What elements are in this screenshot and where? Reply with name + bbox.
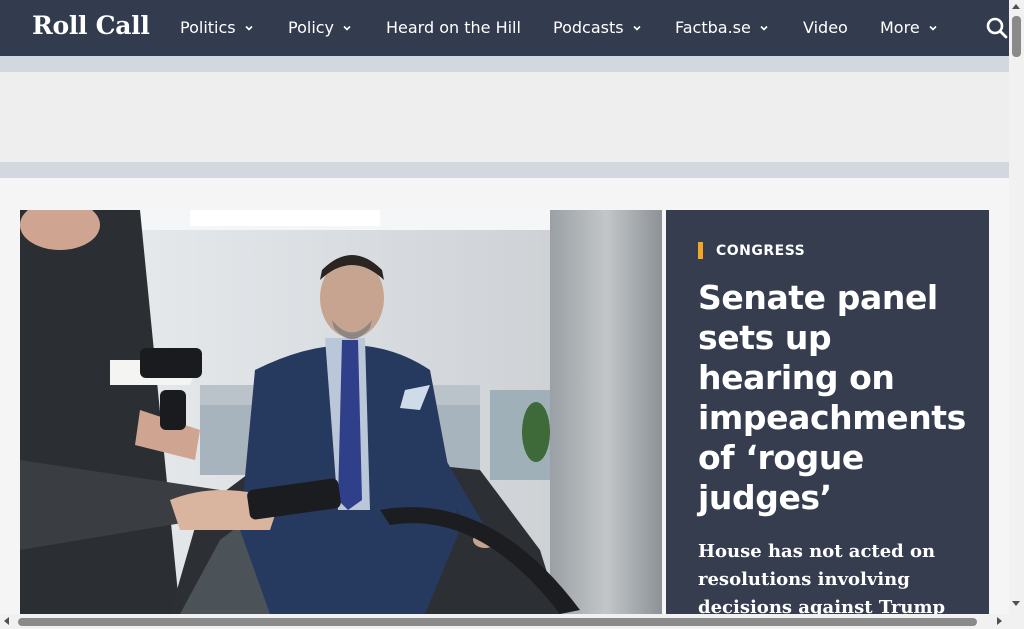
vertical-scrollbar[interactable] [1009, 0, 1024, 614]
kicker-label: CONGRESS [716, 242, 806, 259]
chevron-down-icon [245, 25, 253, 31]
nav-label-podcasts: Podcasts [553, 18, 624, 37]
nav-label-politics: Politics [180, 18, 236, 37]
nav-label-factbase: Factba.se [675, 18, 751, 37]
page-viewport: Roll Call Politics Policy Heard on the H… [0, 0, 1009, 614]
nav-item-video[interactable]: Video [803, 18, 848, 37]
chevron-down-icon [633, 25, 641, 31]
horizontal-scroll-thumb[interactable] [18, 618, 977, 626]
chevron-down-icon [343, 25, 351, 31]
horizontal-scrollbar[interactable] [0, 614, 1009, 629]
nav-item-podcasts[interactable]: Podcasts [553, 18, 642, 37]
nav-item-policy[interactable]: Policy [288, 18, 352, 37]
scroll-left-arrow-icon[interactable] [4, 617, 9, 625]
nav-item-more[interactable]: More [880, 18, 938, 37]
hero-dek: House has not acted on resolutions invol… [698, 541, 946, 614]
chevron-down-icon [929, 25, 937, 31]
nav-label-policy: Policy [288, 18, 335, 37]
ad-slot [0, 72, 1009, 162]
site-header: Roll Call Politics Policy Heard on the H… [0, 0, 1009, 56]
ad-band-bottom [0, 162, 1009, 178]
scroll-up-arrow-icon[interactable] [1012, 4, 1020, 9]
nav-label-video: Video [803, 18, 848, 37]
nav-item-heard-on-the-hill[interactable]: Heard on the Hill [386, 18, 521, 37]
hero-story-card: CONGRESS Senate panel sets up hearing on… [666, 210, 989, 614]
hero-photo[interactable] [20, 210, 662, 614]
scroll-right-arrow-icon[interactable] [997, 617, 1002, 625]
site-logo[interactable]: Roll Call [32, 11, 150, 40]
nav-item-politics[interactable]: Politics [180, 18, 254, 37]
nav-item-factbase[interactable]: Factba.se [675, 18, 769, 37]
scroll-down-arrow-icon[interactable] [1012, 601, 1020, 606]
kicker-accent-bar [698, 242, 703, 259]
search-icon[interactable] [985, 16, 1009, 40]
vertical-scroll-thumb[interactable] [1012, 16, 1021, 57]
ad-band-top [0, 56, 1009, 72]
nav-label-more: More [880, 18, 920, 37]
category-kicker[interactable]: CONGRESS [698, 242, 805, 259]
hero-photo-illustration [20, 210, 662, 614]
scrollbar-corner [1009, 614, 1024, 629]
hero-headline[interactable]: Senate panel sets up hearing on impeachm… [698, 278, 978, 518]
chevron-down-icon [760, 25, 768, 31]
nav-label-heard-on-the-hill: Heard on the Hill [386, 18, 521, 37]
